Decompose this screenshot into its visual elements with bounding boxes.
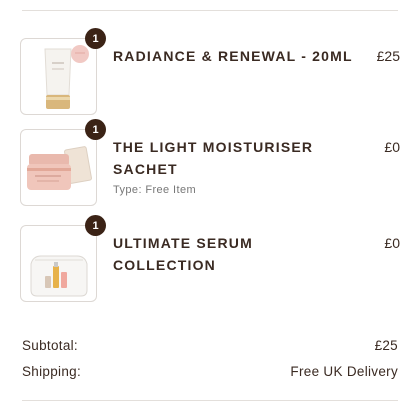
bottom-divider	[22, 400, 398, 401]
subtotal-label: Subtotal:	[22, 338, 78, 353]
product-thumbnail[interactable]	[20, 38, 97, 115]
product-thumbnail[interactable]	[20, 129, 97, 206]
product-title[interactable]: ULTIMATE SERUM COLLECTION	[113, 232, 353, 276]
product-title[interactable]: THE LIGHT MOISTURISER SACHET	[113, 136, 353, 180]
subtotal-value: £25	[374, 338, 398, 353]
tube-cream-icon	[44, 45, 89, 109]
product-type: Type: Free Item	[113, 184, 197, 196]
cosmetic-bag-icon	[30, 255, 88, 297]
quantity-badge: 1	[85, 119, 106, 140]
product-price: £0	[384, 139, 400, 155]
shipping-label: Shipping:	[22, 364, 81, 379]
quantity-badge: 1	[85, 28, 106, 49]
top-divider	[22, 10, 398, 11]
quantity-badge: 1	[85, 215, 106, 236]
product-price: £25	[376, 48, 400, 64]
moisturiser-jar-icon	[27, 146, 92, 190]
product-title[interactable]: RADIANCE & RENEWAL - 20ML	[113, 45, 353, 67]
product-price: £0	[384, 235, 400, 251]
product-thumbnail[interactable]	[20, 225, 97, 302]
shipping-value: Free UK Delivery	[290, 364, 398, 379]
